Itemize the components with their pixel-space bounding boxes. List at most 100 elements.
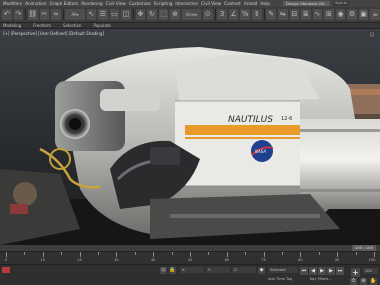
menu-item-arnold[interactable]: Arnold [244,1,258,6]
scale-icon[interactable]: ⬚ [158,9,169,20]
add-time-tag-label[interactable]: Add Time Tag [268,277,292,281]
orange-stripe [185,125,300,135]
next-frame-icon[interactable]: ▶ [327,267,335,275]
timeline-tick [61,252,63,255]
toolbar-divider [62,9,64,20]
go-to-start-icon[interactable]: ⏮ [300,267,308,275]
render-setup-icon[interactable]: ⚙ [347,9,357,20]
time-config-icon[interactable]: ⏱ [350,278,357,285]
select-object-icon[interactable]: ↖ [86,9,97,20]
isolate-selection-icon[interactable]: ◎ [160,267,167,274]
toolbar-divider [132,9,134,20]
sign-in-button[interactable]: Sign In [333,1,350,6]
timeline-tick-label: 0 [4,258,8,262]
menu-item-rendering[interactable]: Rendering [81,1,102,6]
rotate-icon[interactable]: ↻ [147,9,157,20]
zoom-extents-icon[interactable]: ⊕ [360,278,367,285]
pivot-center-icon[interactable]: ⊙ [202,9,213,20]
spinner-snap-icon[interactable]: ⇕ [252,9,262,20]
material-editor-icon[interactable]: ◉ [335,9,346,20]
redo-icon[interactable]: ↷ [13,9,24,20]
curve-editor-icon[interactable]: ∿ [312,9,323,20]
current-frame-field[interactable]: 100 [363,268,378,274]
nautilus-decal-text: NAUTILUS [228,115,273,125]
timeline-tick [116,252,118,257]
selected-dropdown[interactable]: Selected [268,267,298,273]
auto-key-icon[interactable]: ◆ [258,267,265,274]
mirror-icon[interactable]: ⇋ [277,9,288,20]
reference-coordinate-dropdown[interactable]: View▾ [181,9,201,20]
bind-space-warp-icon[interactable]: ≈ [51,9,61,20]
place-icon[interactable]: ⊕ [170,9,180,20]
play-icon[interactable]: ▶ [318,267,326,275]
align-icon[interactable]: ⊟ [289,9,300,20]
percent-snap-icon[interactable]: % [240,9,251,20]
rectangle-selection-icon[interactable]: ▭ [109,9,120,20]
timeline-tick-label: 10 [40,258,46,262]
x-coordinate-field[interactable]: X: [180,267,204,273]
rendered-frame-icon[interactable]: ▣ [358,9,369,20]
viewcube-nav: ◱ [368,31,376,39]
lock-selection-icon[interactable]: 🔒 [169,267,176,274]
angle-snap-icon[interactable]: ∠ [228,9,239,20]
cylinder-ring [300,189,380,192]
unlink-icon[interactable]: ✂ [39,9,50,20]
timeline-tick-label: 50 [187,258,193,262]
timeline-tick-label: 30 [114,258,119,262]
timeline-tick [245,252,247,255]
render-teapot-icon[interactable]: ☕ [370,9,380,20]
move-icon[interactable]: ✥ [135,9,146,20]
selection-filter-dropdown[interactable]: All▾ [65,9,85,20]
menu-item-civil-view[interactable]: Civil View [106,1,126,6]
select-by-name-icon[interactable]: ☰ [98,9,108,20]
menu-item-scripting[interactable]: Scripting [154,1,173,6]
timeline-tick [263,252,265,257]
menu-bar: Modifiers Animation Graph Editors Render… [0,0,380,7]
y-coordinate-field[interactable]: Y: [206,267,230,273]
tab-selection[interactable]: Selection [63,23,81,28]
layer-explorer-icon[interactable]: ≣ [301,9,311,20]
snap-toggle-icon[interactable]: 3 [217,9,227,20]
timeline-tick [171,252,173,255]
menu-item-customize[interactable]: Customize [129,1,151,6]
foreground-gear [13,182,37,206]
foreground-red-part [10,204,28,214]
link-icon[interactable]: ⛓ [27,9,38,20]
cylinder-ring [300,129,380,132]
menu-item-content[interactable]: Content [224,1,241,6]
timeline-tick-label: 60 [224,258,230,262]
timeline-tick [98,252,99,255]
previous-frame-icon[interactable]: ◀ [309,267,317,275]
timeline-tick [153,252,155,257]
window-crossing-icon[interactable]: ◫ [121,9,131,20]
timeline-tick [208,252,210,255]
viewport-label[interactable]: [+] [Perspective] [User Defined] [Defaul… [3,31,104,36]
menu-item-civil-view-2[interactable]: Civil View [201,1,221,6]
workspace-selector[interactable]: Design Standard (W... [282,1,331,6]
pan-view-icon[interactable]: ✋ [370,278,377,285]
key-filters-button[interactable]: Key Filters... [310,277,332,281]
timeline-tick-label: 90 [334,258,340,262]
timeline-tick [374,252,375,257]
viewcube-icon[interactable]: ◱ [368,31,376,39]
decal-panel [175,101,300,186]
schematic-view-icon[interactable]: ⊞ [324,9,334,20]
go-to-end-icon[interactable]: ⏭ [336,267,344,275]
menu-item-graph-editors[interactable]: Graph Editors [49,1,78,6]
tab-populate[interactable]: Populate [93,23,110,28]
tab-modeling[interactable]: Modeling [3,23,21,28]
z-coordinate-field[interactable]: Z: [232,267,256,273]
menu-item-animation[interactable]: Animation [25,1,46,6]
timeline-ruler[interactable]: 0 10 20 30 40 50 60 70 80 90 100 [0,251,380,264]
menu-item-interactive[interactable]: Interactive [175,1,198,6]
timeline-tick [190,252,191,257]
maxscript-listener-icon[interactable] [2,267,10,273]
named-selection-icon[interactable]: ✎ [266,9,276,20]
menu-item-modifiers[interactable]: Modifiers [3,1,22,6]
perspective-viewport[interactable]: NAUTILUS 12-6 NASA [+] [Perspective] [Us… [0,29,380,245]
status-bar: ◎ 🔒 X: Y: Z: ◆ Selected ⏮ ◀ ▶ ▶ ⏭ + 100 … [0,264,380,285]
add-time-tag-plus-icon[interactable]: + [351,268,360,277]
undo-icon[interactable]: ↶ [2,9,12,20]
menu-item-help[interactable]: Help [260,1,270,6]
tab-freeform[interactable]: Freeform [33,23,51,28]
